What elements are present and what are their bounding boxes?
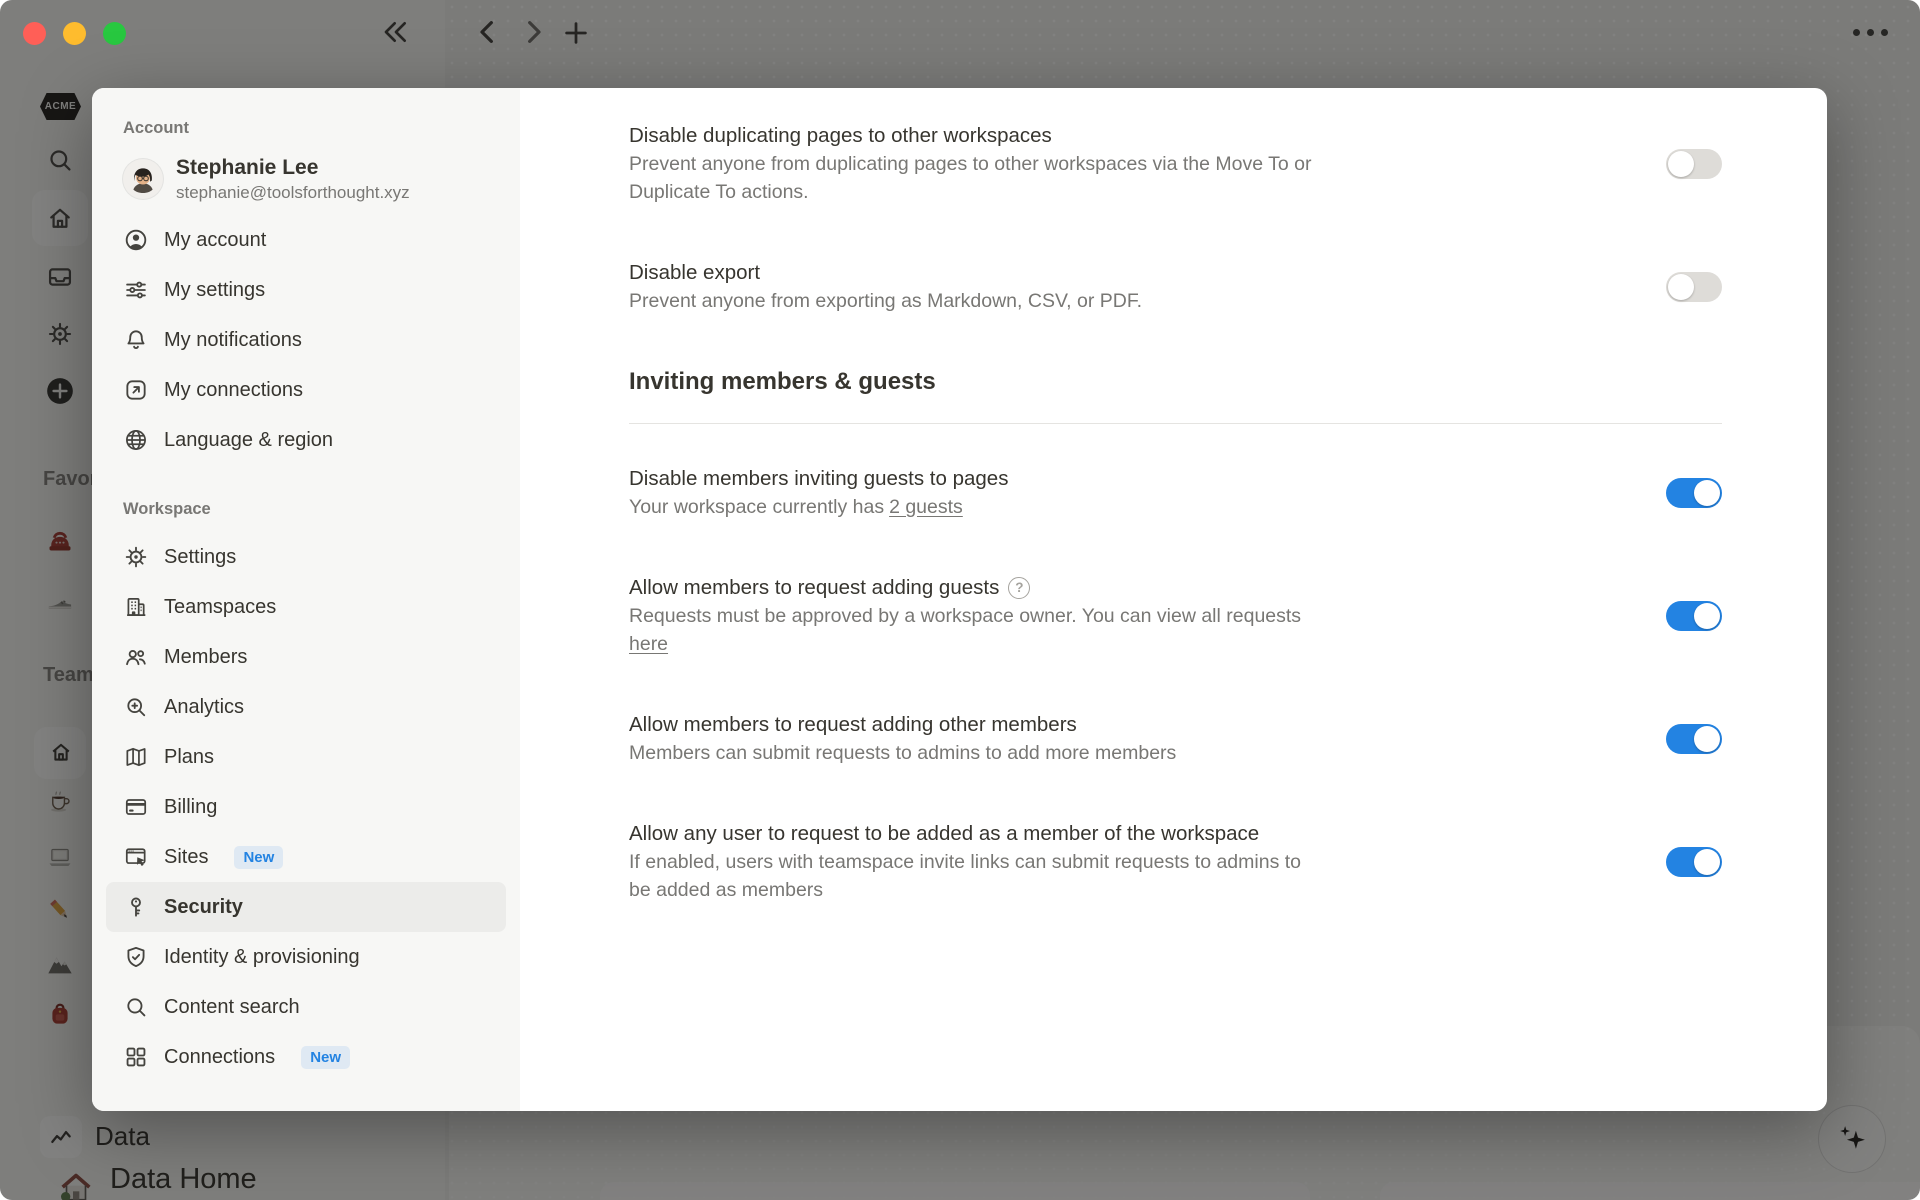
- setting-title: Allow members to request adding guests?: [629, 573, 1301, 602]
- new-badge: New: [234, 846, 283, 869]
- magnifier-icon: [123, 994, 149, 1020]
- sidebar-item-security[interactable]: Security: [106, 882, 506, 932]
- sidebar-item-my-connections[interactable]: My connections: [106, 365, 506, 415]
- disable-guest-invites-toggle[interactable]: [1666, 478, 1722, 508]
- setting-description: Prevent anyone from duplicating pages to…: [629, 150, 1312, 178]
- section-divider: [629, 423, 1722, 424]
- workspace-section-header: Workspace: [106, 500, 506, 519]
- setting-description: Prevent anyone from exporting as Markdow…: [629, 287, 1142, 315]
- setting-description: Duplicate To actions.: [629, 178, 1312, 206]
- sliders-icon: [123, 277, 149, 303]
- guests-count-link[interactable]: 2 guests: [889, 496, 963, 518]
- credit-card-icon: [123, 794, 149, 820]
- account-section-header: Account: [106, 119, 506, 138]
- new-badge: New: [301, 1046, 350, 1069]
- browser-cursor-icon: [123, 844, 149, 870]
- setting-title: Disable duplicating pages to other works…: [629, 121, 1312, 150]
- sidebar-item-my-notifications[interactable]: My notifications: [106, 315, 506, 365]
- sidebar-item-analytics[interactable]: Analytics: [106, 682, 506, 732]
- people-icon: [123, 644, 149, 670]
- globe-icon: [123, 427, 149, 453]
- user-email: stephanie@toolsforthought.xyz: [176, 182, 410, 203]
- inviting-section-heading: Inviting members & guests: [629, 367, 1722, 397]
- setting-description: Requests must be approved by a workspace…: [629, 602, 1301, 630]
- grid-icon: [123, 1044, 149, 1070]
- setting-request-members: Allow members to request adding other me…: [629, 710, 1722, 767]
- request-guests-toggle[interactable]: [1666, 601, 1722, 631]
- sidebar-item-connections[interactable]: Connections New: [106, 1032, 506, 1082]
- sidebar-item-billing[interactable]: Billing: [106, 782, 506, 832]
- sidebar-item-sites[interactable]: Sites New: [106, 832, 506, 882]
- building-icon: [123, 594, 149, 620]
- settings-sidebar: Account Stephanie Lee stephanie@toolsfor…: [92, 88, 520, 1111]
- request-members-toggle[interactable]: [1666, 724, 1722, 754]
- account-user-row[interactable]: Stephanie Lee stephanie@toolsforthought.…: [106, 151, 506, 207]
- close-window-button[interactable]: [23, 22, 46, 45]
- setting-title: Allow any user to request to be added as…: [629, 819, 1301, 848]
- sidebar-item-language-region[interactable]: Language & region: [106, 415, 506, 465]
- zoom-window-button[interactable]: [103, 22, 126, 45]
- setting-title: Disable export: [629, 258, 1142, 287]
- sidebar-item-identity-provisioning[interactable]: Identity & provisioning: [106, 932, 506, 982]
- sidebar-item-my-settings[interactable]: My settings: [106, 265, 506, 315]
- setting-description: be added as members: [629, 876, 1301, 904]
- arrow-out-box-icon: [123, 377, 149, 403]
- gear-icon: [123, 544, 149, 570]
- map-icon: [123, 744, 149, 770]
- setting-disable-duplicating: Disable duplicating pages to other works…: [629, 121, 1722, 206]
- setting-title: Disable members inviting guests to pages: [629, 464, 1008, 493]
- shield-check-icon: [123, 944, 149, 970]
- any-user-request-toggle[interactable]: [1666, 847, 1722, 877]
- bell-icon: [123, 327, 149, 353]
- sidebar-item-my-account[interactable]: My account: [106, 215, 506, 265]
- sidebar-item-content-search[interactable]: Content search: [106, 982, 506, 1032]
- security-settings-panel: Disable duplicating pages to other works…: [520, 88, 1827, 1111]
- avatar: [123, 159, 163, 199]
- setting-description: If enabled, users with teamspace invite …: [629, 848, 1301, 876]
- sidebar-item-settings[interactable]: Settings: [106, 532, 506, 582]
- app-window: ACME Favorites Teamspaces: [0, 0, 1920, 1200]
- minimize-window-button[interactable]: [63, 22, 86, 45]
- settings-modal: Account Stephanie Lee stephanie@toolsfor…: [92, 88, 1827, 1111]
- sidebar-item-plans[interactable]: Plans: [106, 732, 506, 782]
- view-requests-link[interactable]: here: [629, 630, 668, 658]
- help-icon[interactable]: ?: [1008, 577, 1030, 599]
- setting-title: Allow members to request adding other me…: [629, 710, 1176, 739]
- disable-duplicating-toggle[interactable]: [1666, 149, 1722, 179]
- magnifier-plus-icon: [123, 694, 149, 720]
- sidebar-item-members[interactable]: Members: [106, 632, 506, 682]
- person-circle-icon: [123, 227, 149, 253]
- setting-description: Your workspace currently has2 guests: [629, 493, 1008, 521]
- sidebar-item-teamspaces[interactable]: Teamspaces: [106, 582, 506, 632]
- user-name: Stephanie Lee: [176, 155, 410, 180]
- setting-request-guests: Allow members to request adding guests? …: [629, 573, 1722, 658]
- setting-disable-export: Disable export Prevent anyone from expor…: [629, 258, 1722, 315]
- disable-export-toggle[interactable]: [1666, 272, 1722, 302]
- setting-any-user-request: Allow any user to request to be added as…: [629, 819, 1722, 904]
- setting-description: Members can submit requests to admins to…: [629, 739, 1176, 767]
- window-controls: [23, 22, 126, 45]
- setting-disable-guest-invites: Disable members inviting guests to pages…: [629, 464, 1722, 521]
- key-icon: [123, 894, 149, 920]
